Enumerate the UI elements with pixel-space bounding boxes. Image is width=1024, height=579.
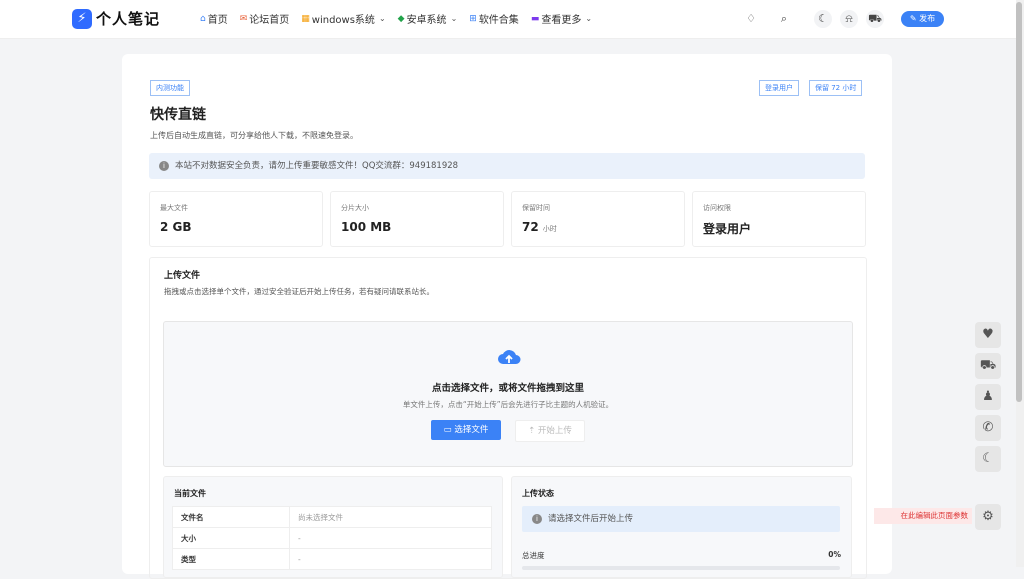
upload-subtitle: 拖拽或点击选择单个文件，通过安全验证后开始上传任务，若有疑问请联系站长。 [164,287,434,296]
start-upload-button[interactable]: ⇡ 开始上传 [515,420,585,442]
stat-access: 访问权限 登录用户 [692,191,866,247]
chevron-down-icon: ⌄ [450,14,458,23]
beta-badge: 内测功能 [150,80,190,96]
cloud-upload-icon [498,350,521,364]
main-card: 内测功能 登录用户 保留 72 小时 快传直链 上传后自动生成直链，可分享给他人… [122,54,892,579]
chevron-down-icon: ⌄ [585,14,593,23]
nav-item-5[interactable]: ▬ 查看更多 ⌄ [530,11,593,27]
stat-value: 72 小时 [522,220,557,234]
status-message-box: i 请选择文件后开始上传 [522,506,840,532]
retention-badge: 保留 72 小时 [809,80,863,96]
file-name-key: 文件名 [172,506,290,528]
table-row: 类型 - [172,548,492,570]
stat-value: 登录用户 [703,222,752,236]
settings-gear-icon[interactable]: ⚙ [975,504,1001,530]
upload-status-title: 上传状态 [522,489,554,498]
nav-item-2[interactable]: ▦ windows系统 ⌄ [301,11,386,27]
logo-mark-icon: ⚡ [72,8,92,29]
page-subtitle: 上传后自动生成直链，可分享给他人下载，不限速免登录。 [150,131,358,140]
more-icon: ▬ [530,13,540,24]
stat-value: 2 GB [160,220,192,234]
publish-label: 发布 [919,14,936,23]
search-icon[interactable]: ⌕ [775,10,793,28]
stat-label: 最大文件 [160,204,188,212]
stat-label: 保留时间 [522,204,550,212]
site-logo[interactable]: ⚡ 个人笔记 [72,8,160,29]
progress-label: 总进度 [522,551,545,560]
nav-label: 论坛首页 [249,15,290,26]
nav-label: 安卓系统 [406,15,447,26]
stat-value: 100 MB [341,220,392,234]
nav-item-0[interactable]: ⌂ 首页 [200,11,228,27]
progress-value: 0% [828,550,841,559]
file-size-value: - [289,527,492,549]
table-row: 大小 - [172,527,492,549]
float-dark-mode-icon[interactable]: ☾ [975,446,1001,472]
current-file-panel: 当前文件 文件名 尚未选择文件 大小 - 类型 - [163,476,503,578]
stat-max-file: 最大文件 2 GB [149,191,323,247]
nav-item-3[interactable]: ◆ 安卓系统 ⌄ [397,11,458,27]
stat-unit: 小时 [542,225,557,233]
select-file-label: 选择文件 [454,425,489,435]
logo-text: 个人笔记 [96,10,161,28]
chevron-down-icon: ⌄ [378,14,386,23]
upload-status-panel: 上传状态 i 请选择文件后开始上传 总进度 0% [511,476,852,578]
edit-page-hint[interactable]: 在此编辑此页面参数 [874,508,972,524]
file-name-value: 尚未选择文件 [289,506,492,528]
nav-label: windows系统 [311,15,375,26]
upload-icon: ⇡ [528,426,536,436]
apps-icon: ⊞ [469,13,477,24]
status-message: 请选择文件后开始上传 [548,514,634,524]
file-type-key: 类型 [172,548,290,570]
file-dropzone[interactable]: 点击选择文件，或将文件拖拽到这里 单文件上传，点击“开始上传”后会先进行子比主题… [163,321,853,467]
scroll-thumb[interactable] [1016,2,1022,402]
stat-retention: 保留时间 72 小时 [511,191,685,247]
dropzone-subtitle: 单文件上传，点击“开始上传”后会先进行子比主题的人机验证。 [402,400,614,409]
start-upload-label: 开始上传 [537,426,572,436]
publish-button[interactable]: ✎ 发布 [901,11,944,27]
lightbulb-icon[interactable]: ♢ [742,10,760,28]
page-title: 快传直链 [150,107,206,123]
dropzone-title: 点击选择文件，或将文件拖拽到这里 [431,383,584,394]
nav-item-4[interactable]: ⊞ 软件合集 [469,11,519,27]
cart-icon[interactable]: ⛟ [866,10,884,28]
dark-mode-icon[interactable]: ☾ [814,10,832,28]
scrollbar[interactable] [1016,0,1024,567]
main-nav: ⌂ 首页 ✉ 论坛首页 ▦ windows系统 ⌄ ◆ 安卓系统 ⌄ ⊞ 软件合集 ▬ 查看更多 ⌄ [200,11,593,27]
float-cart-icon[interactable]: ⛟ [975,353,1001,379]
folder-icon: ▭ [443,425,452,435]
current-file-title: 当前文件 [174,489,206,498]
nav-label: 查看更多 [541,15,582,26]
wechat-icon[interactable]: ✆ [975,415,1001,441]
forum-icon: ✉ [239,13,248,24]
upload-title: 上传文件 [164,271,201,281]
upload-panel: 上传文件 拖拽或点击选择单个文件，通过安全验证后开始上传任务，若有疑问请联系站长… [149,257,867,579]
nav-label: 软件合集 [478,15,519,26]
notice-bar: i 本站不对数据安全负责，请勿上传重要敏感文件！QQ交流群：949181928 [149,153,865,179]
nav-item-1[interactable]: ✉ 论坛首页 [239,11,290,27]
nav-label: 首页 [207,15,228,26]
file-type-value: - [289,548,492,570]
file-size-key: 大小 [172,527,290,549]
home-icon: ⌂ [200,13,206,24]
stat-label: 分片大小 [341,204,369,212]
info-icon: i [532,514,542,524]
stat-label: 访问权限 [703,204,731,212]
bell-icon[interactable]: ⍾ [840,10,858,28]
table-row: 文件名 尚未选择文件 [172,506,492,528]
qq-icon[interactable]: ♟ [975,384,1001,410]
windows-icon: ▦ [301,13,310,24]
stat-chunk-size: 分片大小 100 MB [330,191,504,247]
login-user-badge: 登录用户 [759,80,799,96]
file-info-table: 文件名 尚未选择文件 大小 - 类型 - [172,506,492,570]
info-icon: i [159,161,169,171]
select-file-button[interactable]: ▭ 选择文件 [431,420,501,440]
heart-icon[interactable]: ♥ [975,322,1001,348]
notice-text: 本站不对数据安全负责，请勿上传重要敏感文件！QQ交流群：949181928 [175,161,459,171]
android-icon: ◆ [397,13,405,24]
top-navbar: ⚡ 个人笔记 ⌂ 首页 ✉ 论坛首页 ▦ windows系统 ⌄ ◆ 安卓系统 ⌄ ⊞ 软件合集 ▬ 查看… [0,0,1016,39]
